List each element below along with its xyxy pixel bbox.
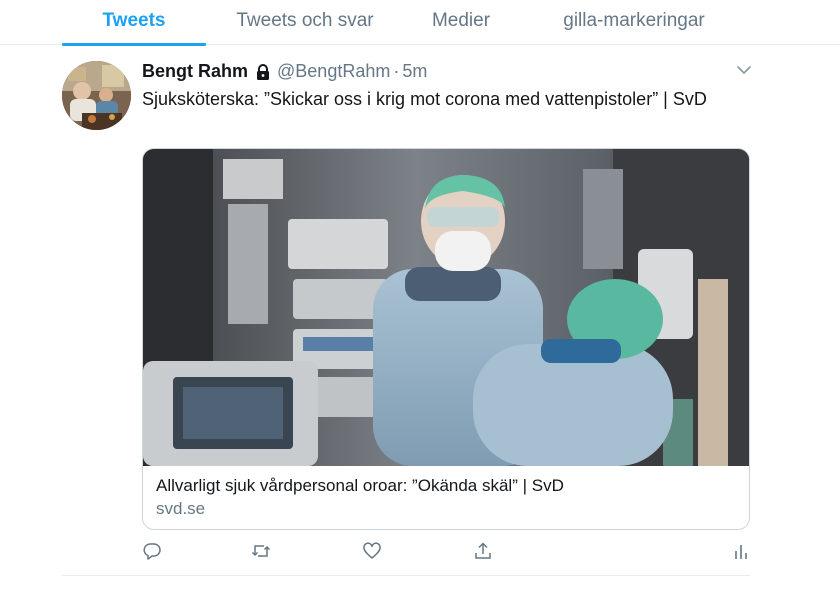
profile-tabs: Tweets Tweets och svar Medier gilla-mark…: [0, 0, 840, 46]
tweet-header: Bengt Rahm @BengtRahm · 5m: [142, 59, 427, 83]
retweet-icon[interactable]: [251, 541, 273, 563]
share-icon[interactable]: [473, 541, 495, 563]
avatar[interactable]: [62, 61, 131, 130]
card-image: [143, 149, 749, 466]
card-domain: svd.se: [156, 499, 206, 518]
avatar-photo: [62, 61, 131, 130]
tweet-actions: [0, 541, 840, 563]
card-title: Allvarligt sjuk vårdpersonal oroar: ”Okä…: [156, 476, 564, 495]
tweet-divider: [62, 575, 750, 576]
tab-media[interactable]: Medier: [420, 0, 502, 45]
link-card[interactable]: Allvarligt sjuk vårdpersonal oroar: ”Okä…: [142, 148, 750, 530]
chevron-down-icon[interactable]: [736, 62, 752, 78]
tab-tweets-and-replies[interactable]: Tweets och svar: [222, 0, 388, 45]
analytics-icon[interactable]: [731, 541, 753, 563]
reply-icon[interactable]: [142, 541, 164, 563]
author-name[interactable]: Bengt Rahm: [142, 61, 248, 82]
tweet-timestamp[interactable]: 5m: [402, 61, 427, 82]
author-handle[interactable]: @BengtRahm: [277, 61, 390, 82]
tab-likes[interactable]: gilla-markeringar: [546, 0, 722, 45]
tab-tweets[interactable]: Tweets: [62, 0, 206, 46]
like-icon[interactable]: [362, 541, 384, 563]
lock-icon: [254, 63, 272, 81]
separator-dot: ·: [393, 60, 400, 81]
tweet-text: Sjuksköterska: ”Skickar oss i krig mot c…: [142, 89, 707, 109]
card-body: Allvarligt sjuk vårdpersonal oroar: ”Okä…: [156, 475, 736, 520]
